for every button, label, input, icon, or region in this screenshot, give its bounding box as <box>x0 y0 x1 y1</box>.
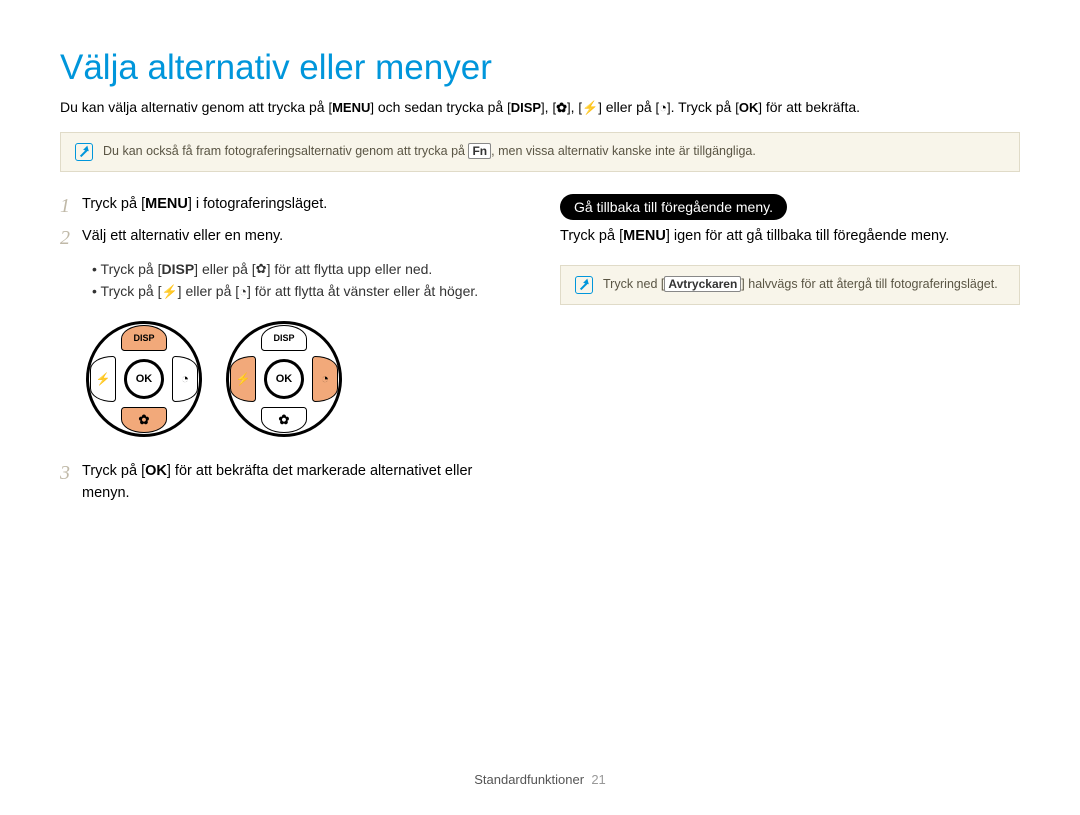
dpad-bolt-segment <box>90 356 116 402</box>
step-1: 1 Tryck på [MENU] i fotograferingsläget. <box>60 194 520 216</box>
dpad-disp-segment: DISP <box>261 325 307 351</box>
right-column: Gå tillbaka till föregående meny. Tryck … <box>560 194 1020 515</box>
menu-label-icon: MENU <box>328 99 374 117</box>
disp-label-icon: DISP <box>507 99 545 117</box>
step3-part1: Tryck på [ <box>82 463 145 479</box>
right-menu-label: MENU <box>623 228 666 244</box>
intro-part1: Du kan välja alternativ genom att trycka… <box>60 99 328 115</box>
note2-part1: Tryck ned [ <box>603 277 664 291</box>
b2-part1: Tryck på [ <box>101 283 162 299</box>
dpad-diagrams: DISP OK DISP OK <box>86 321 520 437</box>
go-back-pill: Gå tillbaka till föregående meny. <box>560 194 787 220</box>
page-title: Välja alternativ eller menyer <box>60 48 1020 88</box>
b2-part3: ] för att flytta åt vänster eller åt hög… <box>247 283 478 299</box>
flower-icon <box>139 412 150 428</box>
intro-part2: och sedan trycka på <box>374 99 507 115</box>
page-footer: Standardfunktioner 21 <box>0 772 1080 787</box>
bolt-icon <box>236 372 251 386</box>
dpad-timer-segment <box>172 356 198 402</box>
intro-line: Du kan välja alternativ genom att trycka… <box>60 98 1020 118</box>
dpad-vertical: DISP OK <box>86 321 202 437</box>
left-column: 1 Tryck på [MENU] i fotograferingsläget.… <box>60 194 520 515</box>
b1-part1: Tryck på [ <box>101 261 162 277</box>
bolt-icon: ⚡ <box>161 282 177 303</box>
step-2: 2 Välj ett alternativ eller en meny. <box>60 226 520 248</box>
timer-icon <box>321 371 329 386</box>
note1-part2: , men vissa alternativ kanske inte är ti… <box>491 144 756 158</box>
b1-part3: ] för att flytta upp eller ned. <box>267 261 433 277</box>
step2-bullet-1: Tryck på [DISP] eller på [✿] för att fly… <box>92 258 520 281</box>
intro-part3: eller på <box>602 99 656 115</box>
shutter-label: Avtryckaren <box>664 276 741 292</box>
note-box-1: Du kan också få fram fotograferingsalter… <box>60 132 1020 172</box>
dpad-ok-button: OK <box>124 359 164 399</box>
timer-icon: ◔ <box>656 99 671 117</box>
go-back-line: Tryck på [MENU] igen för att gå tillbaka… <box>560 226 1020 248</box>
note2-part2: ] halvvägs för att återgå till fotografe… <box>741 277 997 291</box>
bolt-icon <box>96 372 111 386</box>
footer-label: Standardfunktioner <box>474 772 584 787</box>
b2-part2: ] eller på [ <box>178 283 239 299</box>
ok-label-icon: OK <box>735 99 762 117</box>
note-pencil-icon <box>575 276 593 294</box>
dpad-timer-segment <box>312 356 338 402</box>
step1-part2: ] i fotograferingsläget. <box>188 196 327 212</box>
step-1-number: 1 <box>60 194 82 216</box>
intro-part4: . Tryck på <box>671 99 736 115</box>
step2-bullet-2: Tryck på [⚡] eller på [◔] för att flytta… <box>92 280 520 303</box>
flower-icon: ✿ <box>552 99 570 117</box>
timer-icon: ◔ <box>239 282 247 303</box>
timer-icon <box>181 371 189 386</box>
dpad-ok-button: OK <box>264 359 304 399</box>
flower-icon <box>279 412 290 428</box>
note1-part1: Du kan också få fram fotograferingsalter… <box>103 144 468 158</box>
flower-icon: ✿ <box>256 259 267 280</box>
right-part2: ] igen för att gå tillbaka till föregåen… <box>666 228 949 244</box>
step1-menu-label: MENU <box>145 196 188 212</box>
right-part1: Tryck på [ <box>560 228 623 244</box>
step-3: 3 Tryck på [OK] för att bekräfta det mar… <box>60 461 520 505</box>
note-pencil-icon <box>75 143 93 161</box>
dpad-horizontal: DISP OK <box>226 321 342 437</box>
step-2-text: Välj ett alternativ eller en meny. <box>82 226 283 248</box>
step-3-number: 3 <box>60 461 82 483</box>
dpad-disp-segment: DISP <box>121 325 167 351</box>
note-1-text: Du kan också få fram fotograferingsalter… <box>103 143 756 159</box>
step1-part1: Tryck på [ <box>82 196 145 212</box>
note-box-2: Tryck ned [Avtryckaren] halvvägs för att… <box>560 265 1020 305</box>
note-2-text: Tryck ned [Avtryckaren] halvvägs för att… <box>603 276 998 292</box>
intro-part5: för att bekräfta. <box>762 99 860 115</box>
fn-label-icon: Fn <box>468 143 491 159</box>
bolt-icon: ⚡ <box>578 99 601 117</box>
dpad-bolt-segment <box>230 356 256 402</box>
b1-disp-label: DISP <box>161 261 194 277</box>
b1-part2: ] eller på [ <box>194 261 255 277</box>
step3-ok-label: OK <box>145 463 167 479</box>
page-number: 21 <box>591 772 605 787</box>
step-2-number: 2 <box>60 226 82 248</box>
